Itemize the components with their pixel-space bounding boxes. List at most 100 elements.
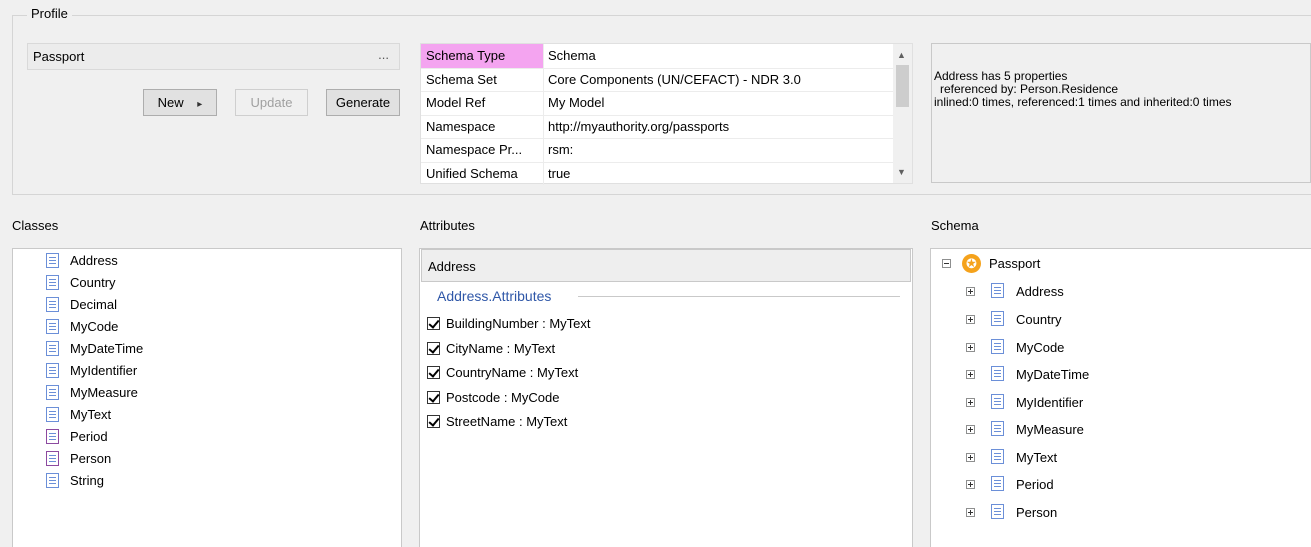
info-line: inlined:0 times, referenced:1 times and … [934, 95, 1232, 109]
attributes-header-title: Address [428, 259, 476, 274]
attributes-label: Attributes [420, 218, 475, 233]
document-icon [991, 283, 1004, 298]
document-icon [46, 407, 59, 422]
property-row-unified-schema[interactable]: Unified Schema true [421, 161, 894, 185]
generate-button[interactable]: Generate [326, 89, 400, 116]
property-row-namespace-prefix[interactable]: Namespace Pr... rsm: [421, 138, 894, 163]
tree-node-root[interactable]: ✪ Passport [941, 252, 1141, 276]
expand-icon[interactable] [966, 480, 975, 489]
document-icon [46, 385, 59, 400]
classes-list[interactable]: Address Country Decimal MyCode MyDateTim… [12, 248, 402, 547]
new-button-label: New [157, 95, 184, 110]
properties-scrollbar[interactable]: ▲ ▼ [893, 44, 912, 183]
attribute-checkbox[interactable] [427, 415, 440, 428]
document-icon [991, 504, 1004, 519]
collapse-icon[interactable] [942, 259, 951, 268]
attribute-checkbox[interactable] [427, 366, 440, 379]
profile-combo[interactable]: Passport ... [27, 43, 400, 70]
info-panel: Address has 5 properties referenced by: … [931, 43, 1311, 183]
document-icon [991, 311, 1004, 326]
tree-node-label: MyCode [1016, 340, 1065, 355]
scrollbar-thumb[interactable] [896, 65, 909, 107]
property-key: Schema Set [426, 71, 497, 87]
expand-icon[interactable] [966, 287, 975, 296]
expand-icon[interactable] [966, 315, 975, 324]
document-icon [46, 319, 59, 334]
expand-icon[interactable] [966, 398, 975, 407]
star-icon: ✪ [962, 254, 981, 273]
attribute-checkbox[interactable] [427, 342, 440, 355]
property-key: Schema Type [426, 48, 506, 63]
profile-browse-button[interactable]: ... [378, 47, 389, 62]
document-icon [46, 253, 59, 268]
update-button[interactable]: Update [235, 89, 308, 116]
classes-label: Classes [12, 218, 59, 233]
document-icon [991, 449, 1004, 464]
document-icon [991, 339, 1004, 354]
submenu-arrow-icon: ▸ [197, 99, 203, 110]
class-document-icon [46, 451, 59, 466]
tree-node[interactable]: Person [966, 501, 1166, 525]
group-divider [578, 296, 900, 297]
scroll-up-arrow-icon[interactable]: ▲ [897, 50, 906, 60]
tree-node[interactable]: MyText [966, 446, 1166, 470]
tree-node[interactable]: MyCode [966, 336, 1166, 360]
tree-node-label: Address [1016, 284, 1064, 299]
tree-node[interactable]: MyDateTime [966, 363, 1166, 387]
schema-label: Schema [931, 218, 979, 233]
property-value[interactable]: rsm: [548, 142, 573, 157]
property-value[interactable]: Schema [548, 48, 596, 63]
property-value[interactable]: My Model [548, 95, 604, 110]
tree-node-label: MyMeasure [1016, 422, 1084, 437]
property-row-schema-set[interactable]: Schema Set Core Components (UN/CEFACT) -… [421, 67, 894, 92]
property-row-schema-type[interactable]: Schema Type Schema [421, 44, 894, 69]
tree-node-label: MyDateTime [1016, 367, 1090, 382]
attribute-checkbox[interactable] [427, 391, 440, 404]
property-value[interactable]: http://myauthority.org/passports [548, 119, 729, 134]
class-document-icon [46, 429, 59, 444]
property-key: Model Ref [426, 95, 486, 110]
document-icon [46, 363, 59, 378]
tree-node-label: Period [1016, 477, 1054, 492]
tree-node[interactable]: MyMeasure [966, 418, 1166, 442]
attributes-group-title: Address.Attributes [437, 288, 552, 304]
tree-node[interactable]: Country [966, 308, 1166, 332]
property-key: Namespace Pr... [426, 142, 523, 157]
tree-node-label: Passport [989, 256, 1041, 271]
property-key: Namespace [426, 118, 496, 134]
info-line: Address has 5 properties [934, 69, 1068, 83]
document-icon [991, 421, 1004, 436]
expand-icon[interactable] [966, 453, 975, 462]
document-icon [991, 394, 1004, 409]
properties-grid[interactable]: Schema Type Schema Schema Set Core Compo… [420, 43, 913, 185]
tree-node[interactable]: Address [966, 280, 1166, 304]
document-icon [46, 297, 59, 312]
expand-icon[interactable] [966, 508, 975, 517]
tree-node[interactable]: Period [966, 473, 1166, 497]
property-key: Unified Schema [426, 165, 518, 181]
profile-combo-value: Passport [33, 49, 85, 64]
new-button[interactable]: New ▸ [143, 89, 217, 116]
expand-icon[interactable] [966, 343, 975, 352]
property-value[interactable]: true [548, 166, 570, 181]
attribute-checkbox[interactable] [427, 317, 440, 330]
profile-legend: Profile [27, 6, 72, 21]
info-line: referenced by: Person.Residence [940, 82, 1119, 96]
attributes-header: Address [421, 249, 911, 282]
expand-icon[interactable] [966, 425, 975, 434]
tree-node-label: Person [1016, 505, 1058, 520]
tree-node-label: Country [1016, 312, 1062, 327]
property-value[interactable]: Core Components (UN/CEFACT) - NDR 3.0 [548, 72, 801, 87]
property-row-namespace[interactable]: Namespace http://myauthority.org/passpor… [421, 114, 894, 139]
document-icon [991, 366, 1004, 381]
tree-node[interactable]: MyIdentifier [966, 391, 1166, 415]
document-icon [46, 275, 59, 290]
document-icon [46, 341, 59, 356]
document-icon [991, 476, 1004, 491]
document-icon [46, 473, 59, 488]
tree-node-label: MyIdentifier [1016, 395, 1084, 410]
expand-icon[interactable] [966, 370, 975, 379]
tree-node-label: MyText [1016, 450, 1058, 465]
scroll-down-arrow-icon[interactable]: ▼ [897, 167, 906, 177]
property-row-model-ref[interactable]: Model Ref My Model [421, 91, 894, 116]
